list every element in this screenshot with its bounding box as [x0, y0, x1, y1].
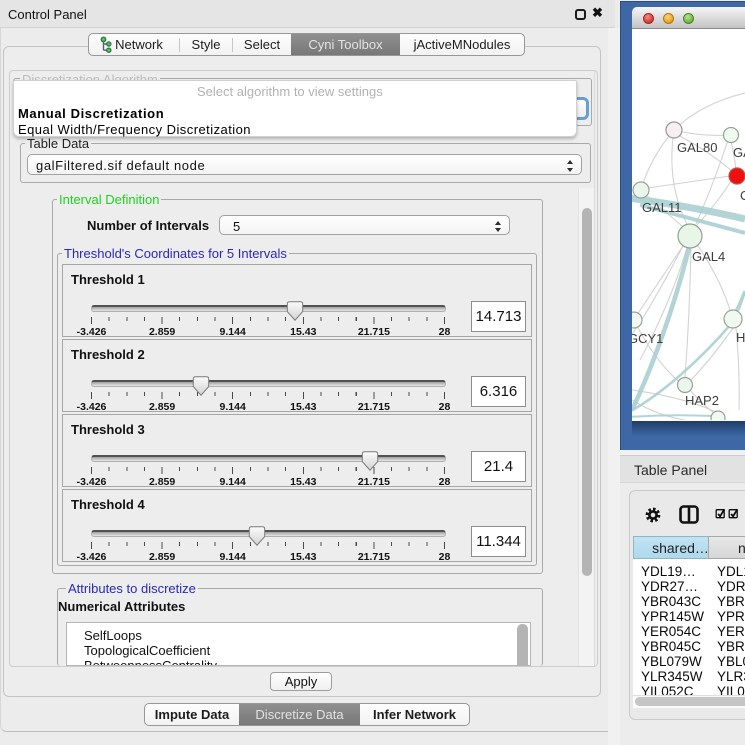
svg-text:C: C — [740, 188, 745, 203]
svg-text:GAL4: GAL4 — [692, 249, 725, 264]
svg-text:HAP2: HAP2 — [685, 393, 719, 408]
svg-text:GAL80: GAL80 — [677, 140, 717, 155]
svg-text:H: H — [736, 330, 745, 345]
svg-text:GAL11: GAL11 — [642, 200, 682, 215]
svg-text:GA: GA — [733, 145, 745, 160]
svg-text:GCY1: GCY1 — [632, 331, 663, 346]
